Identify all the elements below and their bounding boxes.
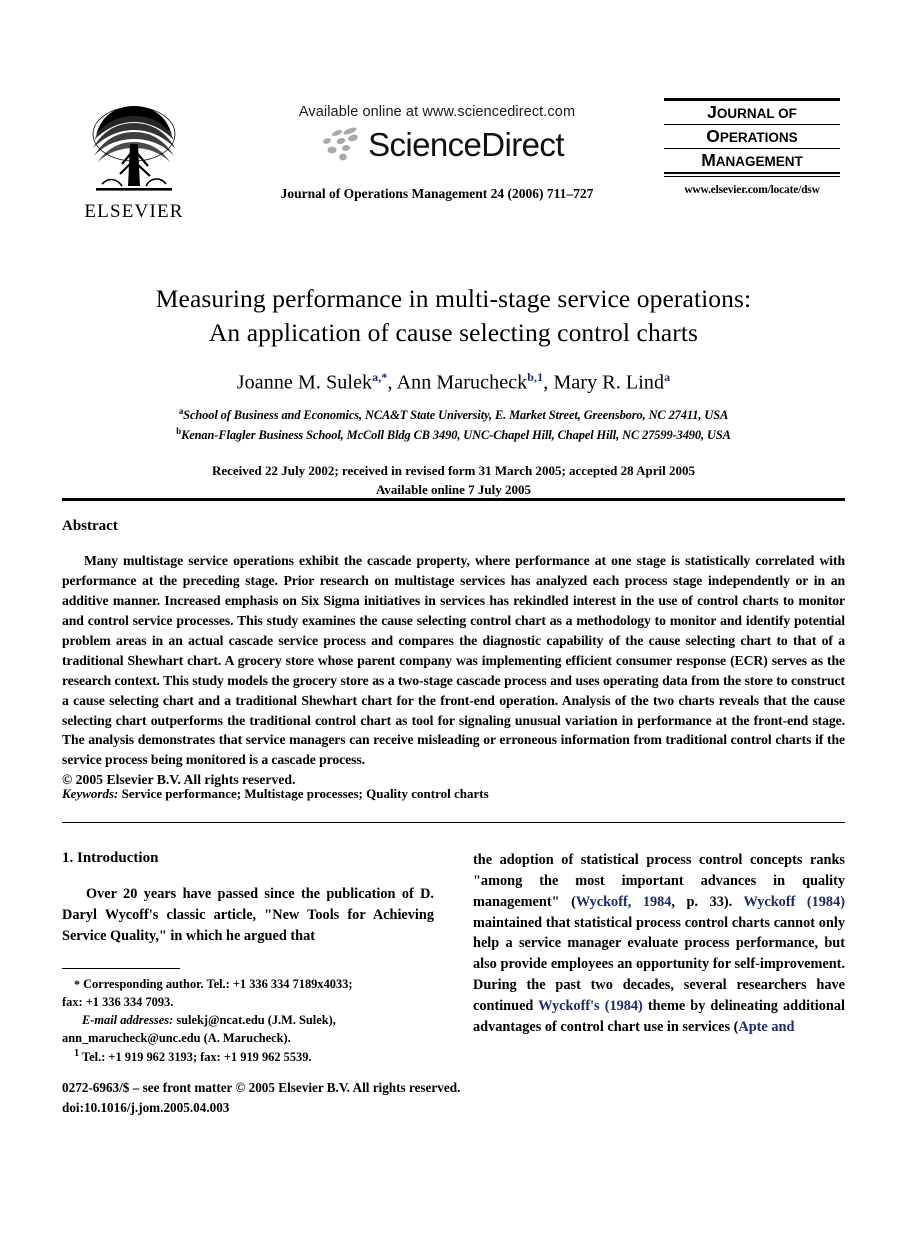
footnote-email-1[interactable]: sulekj@ncat.edu (J.M. Sulek), bbox=[176, 1013, 336, 1027]
author-name-1: Joanne M. Sulek bbox=[236, 371, 373, 394]
right-text-2: , p. 33). bbox=[671, 893, 744, 910]
sciencedirect-logo: ScienceDirect bbox=[227, 124, 647, 164]
citation-wyckoff-1984-b[interactable]: Wyckoff (1984) bbox=[743, 894, 845, 910]
intro-paragraph-right: the adoption of statistical process cont… bbox=[473, 850, 845, 1038]
keywords-value: Service performance; Multistage processe… bbox=[121, 786, 489, 801]
abstract-section: Abstract Many multistage service operati… bbox=[62, 518, 845, 790]
footnote-email-line-1: E-mail addresses: sulekj@ncat.edu (J.M. … bbox=[62, 1012, 434, 1030]
footnote-email-label: E-mail addresses: bbox=[82, 1012, 174, 1027]
page-footer: 0272-6963/$ – see front matter © 2005 El… bbox=[62, 1078, 845, 1118]
section-heading-introduction: 1. Introduction bbox=[62, 850, 159, 866]
intro-paragraph-left: Over 20 years have passed since the publ… bbox=[62, 886, 434, 944]
publication-dates: Received 22 July 2002; received in revis… bbox=[62, 462, 845, 500]
received-dates: Received 22 July 2002; received in revis… bbox=[211, 463, 696, 479]
sciencedirect-swoosh-icon bbox=[323, 127, 358, 161]
affiliation-b: bKenan-Flagler Business School, McColl B… bbox=[62, 425, 845, 445]
journal-logo-rule-3 bbox=[664, 171, 840, 174]
author-marks-2: b,1 bbox=[527, 370, 544, 385]
page-title: Measuring performance in multi-stage ser… bbox=[62, 282, 845, 349]
author-name-2: Ann Marucheck bbox=[396, 371, 528, 394]
title-block: Measuring performance in multi-stage ser… bbox=[62, 282, 845, 500]
footnote-note-1-text: Tel.: +1 919 962 3193; fax: +1 919 962 5… bbox=[82, 1050, 312, 1065]
footnote-note-1: 1 Tel.: +1 919 962 3193; fax: +1 919 962… bbox=[62, 1047, 434, 1067]
abstract-top-divider bbox=[62, 498, 845, 501]
journal-logo-line-1: JOURNAL OF bbox=[707, 102, 797, 122]
paper-title-line-1: Measuring performance in multi-stage ser… bbox=[155, 284, 752, 313]
available-online-text: Available online at www.sciencedirect.co… bbox=[298, 104, 576, 120]
author-marks-1: a,* bbox=[372, 370, 388, 385]
journal-logo-line-2: OPERATIONS bbox=[706, 125, 798, 146]
citation-apte-and[interactable]: Apte and bbox=[738, 1019, 794, 1035]
affiliation-text-b: Kenan-Flagler Business School, McColl Bl… bbox=[181, 427, 731, 442]
sciencedirect-block: Available online at www.sciencedirect.co… bbox=[227, 104, 647, 202]
author-list: Joanne M. Suleka,*, Ann Marucheckb,1, Ma… bbox=[236, 370, 671, 394]
footnote-corresponding: * Corresponding author. Tel.: +1 336 334… bbox=[62, 976, 434, 994]
elsevier-wordmark: ELSEVIER bbox=[84, 201, 184, 222]
footnote-note-1-marker: 1 bbox=[74, 1048, 80, 1060]
keywords-label: Keywords: bbox=[62, 786, 119, 801]
affiliations: aSchool of Business and Economics, NCA&T… bbox=[62, 405, 845, 444]
footnotes-block: * Corresponding author. Tel.: +1 336 334… bbox=[62, 976, 434, 1067]
keywords-line: Keywords: Service performance; Multistag… bbox=[62, 786, 845, 802]
journal-logo-rule-4 bbox=[664, 176, 840, 178]
citation-wyckoff-1984-a[interactable]: Wyckoff, 1984 bbox=[576, 894, 672, 910]
journal-logo-line-3: MANAGEMENT bbox=[701, 149, 803, 170]
footnote-email-2[interactable]: ann_marucheck@unc.edu (A. Marucheck). bbox=[62, 1030, 434, 1048]
elsevier-tree-icon bbox=[92, 106, 176, 191]
doi-line[interactable]: doi:10.1016/j.jom.2005.04.003 bbox=[62, 1098, 845, 1118]
affiliation-a: aSchool of Business and Economics, NCA&T… bbox=[62, 405, 845, 425]
issn-line: 0272-6963/$ – see front matter © 2005 El… bbox=[62, 1080, 461, 1095]
abstract-bottom-divider bbox=[62, 822, 845, 823]
left-column: 1. Introduction Over 20 years have passe… bbox=[62, 850, 434, 1065]
author-marks-3: a bbox=[664, 370, 671, 385]
paper-title-line-2: An application of cause selecting contro… bbox=[208, 317, 699, 347]
footnote-corresponding-text: Corresponding author. Tel.: +1 336 334 7… bbox=[83, 977, 353, 991]
journal-logo: JOURNAL OF OPERATIONS MANAGEMENT www.els… bbox=[662, 98, 842, 196]
author-name-3: Mary R. Lind bbox=[553, 371, 665, 394]
footnote-star-marker: * bbox=[74, 977, 80, 991]
paper-page: ELSEVIER Available online at www.science… bbox=[0, 0, 907, 1238]
citation-wyckoff-1984-c[interactable]: Wyckoff's (1984) bbox=[538, 998, 643, 1014]
elsevier-logo: ELSEVIER bbox=[74, 100, 194, 223]
journal-reference: Journal of Operations Management 24 (200… bbox=[280, 186, 594, 201]
footnote-fax: fax: +1 336 334 7093. bbox=[62, 994, 174, 1009]
abstract-body: Many multistage service operations exhib… bbox=[62, 553, 845, 768]
journal-url[interactable]: www.elsevier.com/locate/dsw bbox=[662, 184, 842, 196]
right-column: the adoption of statistical process cont… bbox=[473, 850, 845, 1038]
footnote-divider bbox=[62, 968, 180, 969]
body-columns: 1. Introduction Over 20 years have passe… bbox=[62, 850, 845, 1065]
affiliation-text-a: School of Business and Economics, NCA&T … bbox=[183, 408, 729, 423]
abstract-heading: Abstract bbox=[62, 518, 118, 534]
sciencedirect-wordmark: ScienceDirect bbox=[368, 125, 564, 163]
paper-header: ELSEVIER Available online at www.science… bbox=[62, 96, 845, 236]
